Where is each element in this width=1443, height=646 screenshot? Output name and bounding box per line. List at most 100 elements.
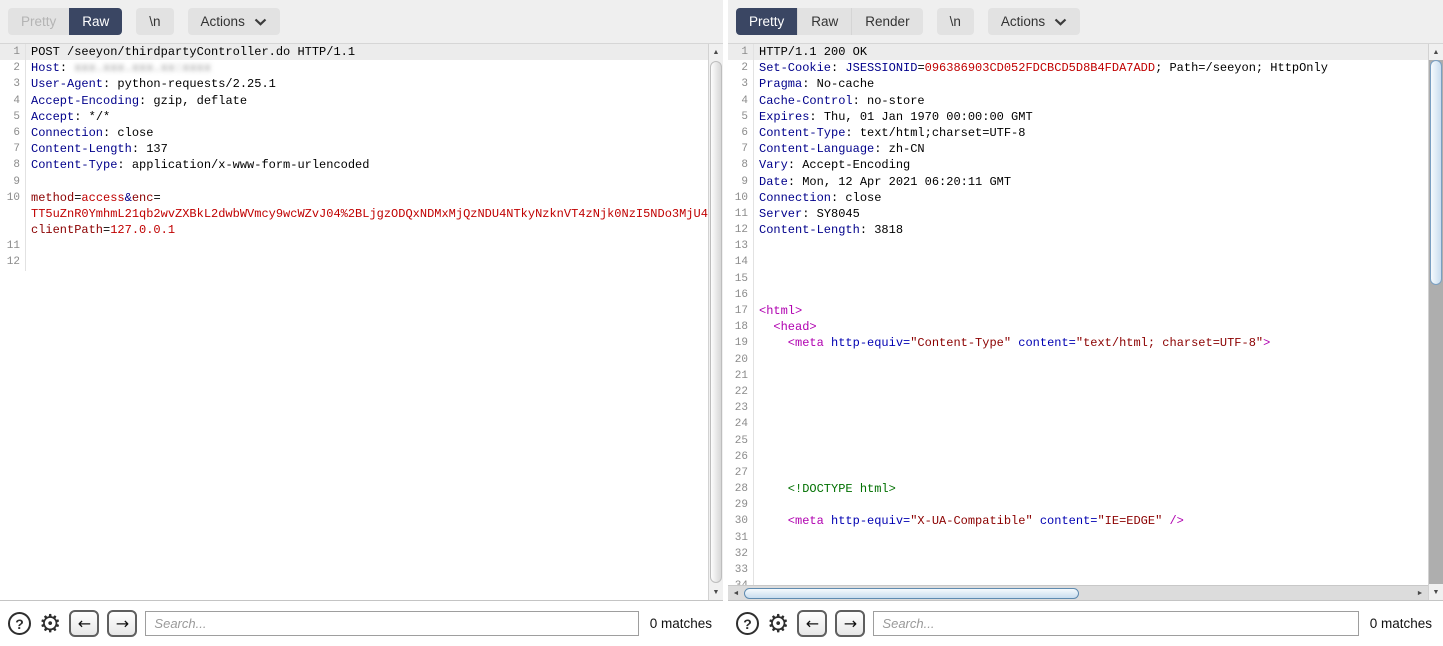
code-text: Pragma: No-cache (754, 76, 1428, 92)
scrollbar-thumb[interactable] (1430, 60, 1442, 285)
code-line: 12 (0, 254, 708, 270)
code-text (754, 271, 1428, 287)
line-number: 9 (0, 174, 26, 190)
code-line: 3Pragma: No-cache (728, 76, 1428, 92)
code-text (754, 238, 1428, 254)
line-number: 29 (728, 497, 754, 513)
code-line: 10method=access&enc= (0, 190, 708, 206)
request-editor[interactable]: 1POST /seeyon/thirdpartyController.do HT… (0, 44, 723, 600)
previous-match-button[interactable]: ← (797, 610, 827, 637)
vertical-scrollbar[interactable]: ▲ ▼ (1428, 44, 1443, 600)
tab-render[interactable]: Render (851, 8, 922, 35)
code-line: 32 (728, 546, 1428, 562)
code-text (754, 546, 1428, 562)
line-number: 14 (728, 254, 754, 270)
code-line: 9Date: Mon, 12 Apr 2021 06:20:11 GMT (728, 174, 1428, 190)
scroll-up-button[interactable]: ▲ (709, 44, 723, 60)
code-line: 1POST /seeyon/thirdpartyController.do HT… (0, 44, 708, 60)
code-line: 30 <meta http-equiv="X-UA-Compatible" co… (728, 513, 1428, 529)
code-line: 10Connection: close (728, 190, 1428, 206)
code-line: 24 (728, 416, 1428, 432)
line-number: 31 (728, 530, 754, 546)
code-text (754, 400, 1428, 416)
code-text: <head> (754, 319, 1428, 335)
line-number: 4 (0, 93, 26, 109)
chevron-down-icon (254, 18, 267, 26)
tab-pretty[interactable]: Pretty (736, 8, 797, 35)
code-text (754, 433, 1428, 449)
code-text: clientPath=127.0.0.1 (26, 222, 708, 238)
code-line: 26 (728, 449, 1428, 465)
line-number: 32 (728, 546, 754, 562)
response-editor[interactable]: 1HTTP/1.1 200 OK2Set-Cookie: JSESSIONID=… (728, 44, 1443, 600)
code-text: Content-Length: 3818 (754, 222, 1428, 238)
next-match-button[interactable]: → (835, 610, 865, 637)
scrollbar-thumb[interactable] (744, 588, 1079, 599)
scrollbar-track[interactable] (1429, 60, 1443, 584)
scroll-left-button[interactable]: ◄ (728, 590, 744, 597)
line-number: 16 (728, 287, 754, 303)
code-line: 2Host: xxx.xxx.xxx.xx:xxxx (0, 60, 708, 76)
code-text (754, 449, 1428, 465)
actions-button[interactable]: Actions (188, 8, 280, 35)
scroll-right-button[interactable]: ► (1412, 590, 1428, 597)
scroll-up-button[interactable]: ▲ (1429, 44, 1443, 60)
help-icon[interactable]: ? (736, 612, 759, 635)
code-text: Cache-Control: no-store (754, 93, 1428, 109)
code-line: 20 (728, 352, 1428, 368)
code-line: 25 (728, 433, 1428, 449)
tab-pretty[interactable]: Pretty (8, 8, 69, 35)
gear-icon[interactable]: ⚙ (767, 611, 789, 636)
newline-toggle-button[interactable]: \n (136, 8, 173, 35)
line-number: 12 (0, 254, 26, 270)
code-line: 6Connection: close (0, 125, 708, 141)
code-line: 23 (728, 400, 1428, 416)
line-number: 15 (728, 271, 754, 287)
previous-match-button[interactable]: ← (69, 610, 99, 637)
next-match-button[interactable]: → (107, 610, 137, 637)
code-line: 34 (728, 578, 1428, 585)
tab-raw[interactable]: Raw (797, 8, 851, 35)
actions-button[interactable]: Actions (988, 8, 1080, 35)
line-number: 33 (728, 562, 754, 578)
tab-raw[interactable]: Raw (69, 8, 122, 35)
search-input[interactable] (873, 611, 1358, 636)
code-line: 5Expires: Thu, 01 Jan 1970 00:00:00 GMT (728, 109, 1428, 125)
code-text (754, 497, 1428, 513)
code-text: Accept: */* (26, 109, 708, 125)
code-line: 8Content-Type: application/x-www-form-ur… (0, 157, 708, 173)
line-number: 30 (728, 513, 754, 529)
gear-icon[interactable]: ⚙ (39, 611, 61, 636)
line-number: 28 (728, 481, 754, 497)
newline-toggle-button[interactable]: \n (937, 8, 974, 35)
line-number: 8 (728, 157, 754, 173)
line-number: 22 (728, 384, 754, 400)
vertical-scrollbar[interactable]: ▲ ▼ (708, 44, 723, 600)
line-number: 8 (0, 157, 26, 173)
code-line: 11Server: SY8045 (728, 206, 1428, 222)
search-input[interactable] (145, 611, 638, 636)
scroll-down-button[interactable]: ▼ (709, 584, 723, 600)
code-line: 22 (728, 384, 1428, 400)
code-text: Expires: Thu, 01 Jan 1970 00:00:00 GMT (754, 109, 1428, 125)
line-number: 27 (728, 465, 754, 481)
response-code-view[interactable]: 1HTTP/1.1 200 OK2Set-Cookie: JSESSIONID=… (728, 44, 1428, 585)
code-line: 13 (728, 238, 1428, 254)
help-icon[interactable]: ? (8, 612, 31, 635)
code-text: Content-Type: application/x-www-form-url… (26, 157, 708, 173)
code-line: 31 (728, 530, 1428, 546)
line-number: 10 (728, 190, 754, 206)
line-number: 7 (0, 141, 26, 157)
scrollbar-thumb[interactable] (710, 61, 722, 583)
line-number: 2 (728, 60, 754, 76)
scroll-down-button[interactable]: ▼ (1429, 584, 1443, 600)
code-line: 6Content-Type: text/html;charset=UTF-8 (728, 125, 1428, 141)
line-number: 23 (728, 400, 754, 416)
horizontal-scrollbar[interactable]: ◄ ► (728, 585, 1428, 600)
request-code-view[interactable]: 1POST /seeyon/thirdpartyController.do HT… (0, 44, 708, 600)
line-number: 10 (0, 190, 26, 206)
line-number (0, 206, 26, 222)
chevron-down-icon (1054, 18, 1067, 26)
line-number: 19 (728, 335, 754, 351)
code-text (26, 254, 708, 270)
